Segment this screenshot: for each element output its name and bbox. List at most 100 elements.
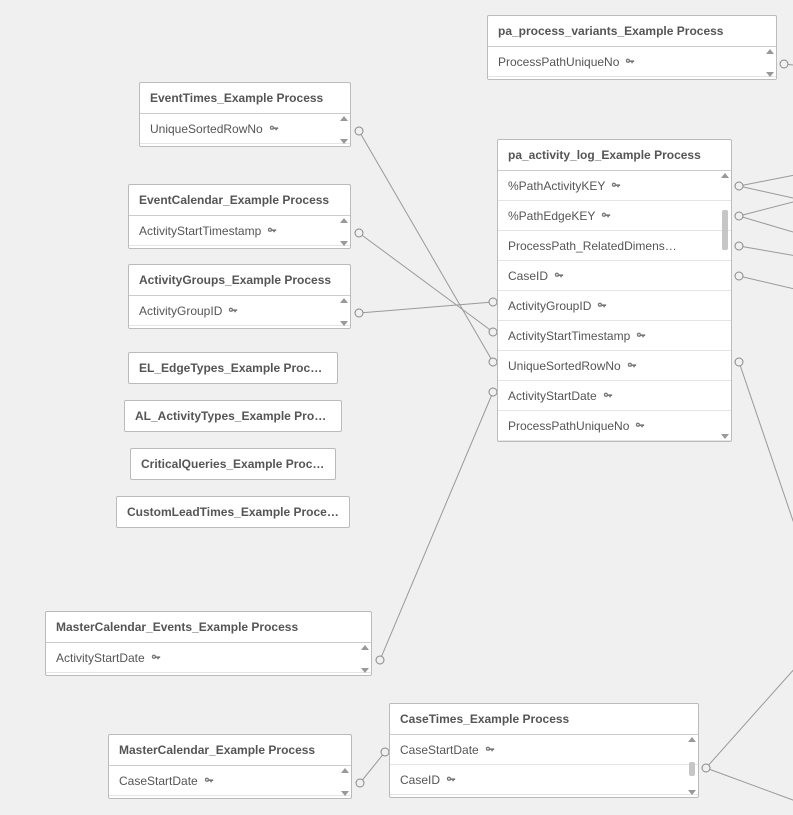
scroll-down-icon[interactable] xyxy=(341,791,349,796)
field-row[interactable]: CaseID xyxy=(498,261,731,291)
entity-title: AL_ActivityTypes_Example Process xyxy=(125,401,341,431)
scroll-up-icon[interactable] xyxy=(340,298,348,303)
scroll-thumb[interactable] xyxy=(722,210,728,250)
key-icon xyxy=(554,271,564,281)
entity-critical-queries[interactable]: CriticalQueries_Example Process xyxy=(130,448,336,480)
field-row[interactable]: ActivityStartDate xyxy=(498,381,731,411)
field-row[interactable]: ActivityStartTimestamp xyxy=(129,216,350,246)
entity-event-calendar[interactable]: EventCalendar_Example Process ActivitySt… xyxy=(128,184,351,249)
field-label: CaseStartDate xyxy=(400,743,479,757)
entity-title: EventCalendar_Example Process xyxy=(129,185,350,216)
field-row[interactable]: UniqueSortedRowNo xyxy=(498,351,731,381)
scroll-down-icon[interactable] xyxy=(340,321,348,326)
entity-title: CaseTimes_Example Process xyxy=(390,704,698,735)
field-row[interactable]: ActivityStartTimestamp xyxy=(498,321,731,351)
scroll-down-icon[interactable] xyxy=(766,72,774,77)
entity-al-activity-types[interactable]: AL_ActivityTypes_Example Process xyxy=(124,400,342,432)
key-icon xyxy=(636,331,646,341)
scroll-down-icon[interactable] xyxy=(340,241,348,246)
entity-title: MasterCalendar_Example Process xyxy=(109,735,351,766)
entity-master-calendar[interactable]: MasterCalendar_Example Process CaseStart… xyxy=(108,734,352,799)
scrollbar[interactable] xyxy=(688,737,696,795)
entity-custom-lead-times[interactable]: CustomLeadTimes_Example Process xyxy=(116,496,350,528)
field-row[interactable]: UniqueSortedRowNo xyxy=(140,114,350,144)
scroll-up-icon[interactable] xyxy=(340,218,348,223)
entity-pa-process-variants[interactable]: pa_process_variants_Example Process Proc… xyxy=(487,15,777,80)
field-label: ActivityStartDate xyxy=(56,651,145,665)
field-label: UniqueSortedRowNo xyxy=(150,122,263,136)
scrollbar[interactable] xyxy=(341,768,349,796)
scrollbar[interactable] xyxy=(340,298,348,326)
scrollbar[interactable] xyxy=(340,218,348,246)
field-label: ActivityStartTimestamp xyxy=(508,329,630,343)
scroll-thumb[interactable] xyxy=(689,762,695,776)
field-label: ActivityGroupID xyxy=(139,304,222,318)
field-row[interactable]: ProcessPathUniqueNo xyxy=(488,47,776,77)
key-icon xyxy=(603,391,613,401)
scroll-down-icon[interactable] xyxy=(688,790,696,795)
entity-title: EL_EdgeTypes_Example Process xyxy=(129,353,337,383)
field-label: CaseID xyxy=(400,773,440,787)
entity-title: EventTimes_Example Process xyxy=(140,83,350,114)
key-icon xyxy=(601,211,611,221)
scroll-up-icon[interactable] xyxy=(721,173,729,178)
scrollbar[interactable] xyxy=(340,116,348,144)
scroll-up-icon[interactable] xyxy=(361,645,369,650)
key-icon xyxy=(267,226,277,236)
field-label: ActivityStartTimestamp xyxy=(139,224,261,238)
entity-master-calendar-events[interactable]: MasterCalendar_Events_Example Process Ac… xyxy=(45,611,372,676)
scroll-up-icon[interactable] xyxy=(341,768,349,773)
entity-event-times[interactable]: EventTimes_Example Process UniqueSortedR… xyxy=(139,82,351,147)
field-label: ProcessPath_RelatedDimens… xyxy=(508,239,677,253)
field-label: %PathEdgeKEY xyxy=(508,209,595,223)
entity-title: CustomLeadTimes_Example Process xyxy=(117,497,349,527)
entity-title: pa_activity_log_Example Process xyxy=(498,140,731,171)
scroll-down-icon[interactable] xyxy=(721,434,729,439)
field-row[interactable]: ActivityGroupID xyxy=(129,296,350,326)
scroll-up-icon[interactable] xyxy=(766,49,774,54)
field-row[interactable]: ProcessPathUniqueNo xyxy=(498,411,731,441)
scrollbar[interactable] xyxy=(766,49,774,77)
key-icon xyxy=(597,301,607,311)
key-icon xyxy=(269,124,279,134)
entity-case-times[interactable]: CaseTimes_Example Process CaseStartDate … xyxy=(389,703,699,798)
entity-activity-groups[interactable]: ActivityGroups_Example Process ActivityG… xyxy=(128,264,351,329)
field-row[interactable]: %PathEdgeKEY xyxy=(498,201,731,231)
entity-title: pa_process_variants_Example Process xyxy=(488,16,776,47)
field-row[interactable]: CaseStartDate xyxy=(109,766,351,796)
entity-pa-activity-log[interactable]: pa_activity_log_Example Process %PathAct… xyxy=(497,139,732,442)
scroll-up-icon[interactable] xyxy=(688,737,696,742)
field-row[interactable]: ActivityGroupID xyxy=(498,291,731,321)
key-icon xyxy=(625,57,635,67)
field-row[interactable]: %PathActivityKEY xyxy=(498,171,731,201)
field-label: ActivityStartDate xyxy=(508,389,597,403)
field-label: CaseID xyxy=(508,269,548,283)
scroll-down-icon[interactable] xyxy=(361,668,369,673)
field-row[interactable]: ActivityStartDate xyxy=(46,643,371,673)
field-row[interactable]: CaseID xyxy=(390,765,698,795)
entity-title: ActivityGroups_Example Process xyxy=(129,265,350,296)
field-label: ProcessPathUniqueNo xyxy=(508,419,629,433)
entity-title: CriticalQueries_Example Process xyxy=(131,449,335,479)
field-row[interactable]: ProcessPath_RelatedDimens… xyxy=(498,231,731,261)
scrollbar[interactable] xyxy=(721,173,729,439)
field-label: ActivityGroupID xyxy=(508,299,591,313)
key-icon xyxy=(611,181,621,191)
scroll-down-icon[interactable] xyxy=(340,139,348,144)
scroll-up-icon[interactable] xyxy=(340,116,348,121)
field-label: CaseStartDate xyxy=(119,774,198,788)
key-icon xyxy=(228,306,238,316)
field-label: UniqueSortedRowNo xyxy=(508,359,621,373)
entity-title: MasterCalendar_Events_Example Process xyxy=(46,612,371,643)
field-label: ProcessPathUniqueNo xyxy=(498,55,619,69)
key-icon xyxy=(446,775,456,785)
key-icon xyxy=(151,653,161,663)
field-row[interactable]: CaseStartDate xyxy=(390,735,698,765)
field-label: %PathActivityKEY xyxy=(508,179,605,193)
key-icon xyxy=(485,745,495,755)
entity-el-edge-types[interactable]: EL_EdgeTypes_Example Process xyxy=(128,352,338,384)
key-icon xyxy=(204,776,214,786)
scrollbar[interactable] xyxy=(361,645,369,673)
key-icon xyxy=(635,421,645,431)
key-icon xyxy=(627,361,637,371)
